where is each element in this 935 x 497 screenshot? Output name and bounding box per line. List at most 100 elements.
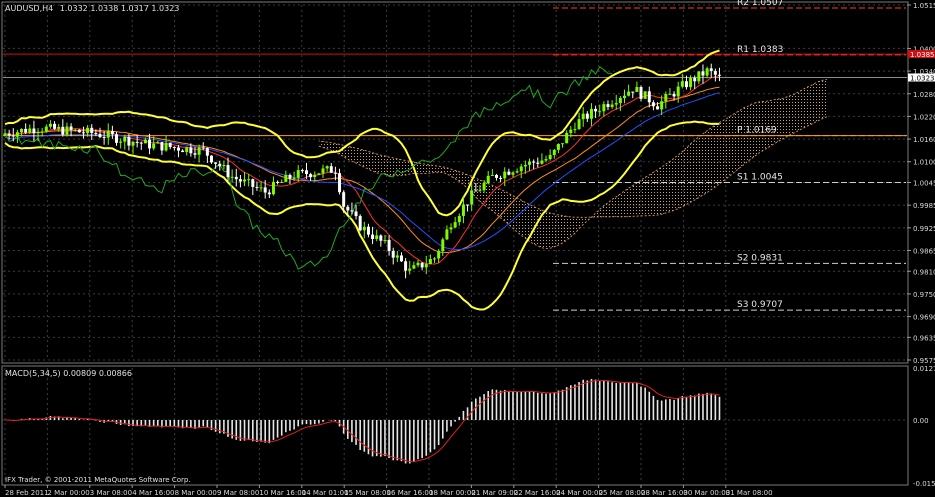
candle-body (329, 166, 333, 173)
candle-body (53, 123, 57, 129)
candle-body (408, 268, 412, 271)
candle-body (366, 226, 370, 235)
candle-body (461, 204, 465, 216)
candle-body (300, 170, 304, 172)
candle-body (705, 68, 709, 76)
candle-body (197, 147, 201, 155)
candle-body (40, 131, 44, 133)
candle-body (660, 101, 664, 110)
candle-body (536, 162, 540, 164)
candle-body (623, 95, 626, 99)
candle-body (309, 174, 313, 178)
candle-body (143, 139, 147, 144)
price-tick-label: 0.9925 (913, 225, 935, 233)
chart-title: AUDUSD,H4 1.0332 1.0338 1.0317 1.0323 (5, 4, 179, 13)
candle-body (371, 234, 375, 239)
candle-body (296, 170, 300, 178)
candle-body (172, 146, 176, 148)
candle-body (57, 126, 61, 129)
candle-body (528, 161, 532, 165)
candle-body (251, 179, 255, 187)
macd-tick-label: 0.00 (913, 417, 929, 425)
grid (3, 4, 907, 483)
candle-body (618, 98, 622, 104)
candle-body (135, 141, 139, 143)
time-tick-label: 10 Mar 16:00 (259, 489, 306, 497)
candle-body (276, 181, 280, 183)
candle-body (288, 174, 292, 179)
candle-body (214, 162, 218, 164)
candle-body (548, 154, 552, 160)
price-tick-label: 0.9690 (913, 314, 935, 322)
candle-body (131, 141, 135, 146)
candle-body (717, 74, 721, 76)
candle-body (424, 264, 428, 268)
candle-body (470, 190, 474, 205)
ichimoku-cloud (318, 78, 828, 250)
candle-body (110, 131, 114, 135)
candle-body (635, 87, 639, 92)
time-tick-label: 21 Mar 09:00 (471, 489, 518, 497)
time-tick-label: 4 Mar 16:00 (132, 489, 174, 497)
candle-body (399, 255, 403, 262)
candle-body (181, 150, 185, 153)
candle-body (540, 160, 544, 164)
candle-body (304, 170, 308, 175)
price-chart[interactable]: R2 1.0507 R1 1.0383 P 1.0169 S1 1.0045 S2 0.… (0, 0, 935, 497)
candle-body (552, 149, 556, 155)
candle-body (280, 181, 284, 183)
macd-histogram (3, 379, 907, 464)
candle-body (321, 168, 325, 174)
time-tick-label: 14 Mar 01:00 (302, 489, 349, 497)
candle-body (577, 119, 581, 130)
candle-body (317, 173, 321, 175)
candle-body (598, 111, 602, 113)
candle-body (416, 262, 420, 266)
candle-body (69, 126, 73, 130)
candle-body (156, 142, 160, 144)
candle-body (15, 132, 19, 137)
candle-body (255, 186, 259, 188)
candle-body (11, 135, 15, 137)
candle-body (594, 108, 598, 112)
candle-body (453, 222, 457, 228)
candle-body (94, 133, 98, 135)
pivot-label-s3: S3 0.9707 (737, 300, 783, 310)
candle-body (507, 171, 511, 175)
indicators (4, 49, 720, 311)
candle-body (503, 171, 507, 179)
candle-body (205, 148, 209, 156)
candle-body (36, 131, 40, 134)
candle-body (106, 131, 110, 138)
candle-body (614, 103, 618, 105)
candle-body (333, 172, 337, 174)
candle-body (664, 94, 668, 102)
price-tick-label: 0.9575 (913, 357, 935, 365)
price-tick-label: 1.0160 (913, 136, 935, 144)
time-tick-label: 22 Mar 16:00 (514, 489, 561, 497)
candle-body (639, 87, 643, 99)
candle-body (325, 166, 329, 169)
candle-body (585, 113, 589, 119)
candles[interactable] (3, 63, 721, 279)
candle-body (358, 216, 362, 231)
candle-body (77, 129, 81, 133)
candle-body (643, 91, 647, 99)
candle-body (201, 147, 205, 149)
macd-title: MACD(5,34,5) 0.00809 0.00866 (5, 369, 132, 378)
candle-body (119, 141, 123, 143)
footer-copyright: IFX Trader, © 2001-2011 MetaQuotes Softw… (5, 476, 191, 484)
candle-body (544, 159, 548, 161)
candle-body (218, 163, 222, 167)
candle-body (404, 261, 408, 271)
candle-body (168, 142, 172, 147)
price-tick-label: 1.0045 (913, 180, 935, 188)
candle-body (160, 142, 164, 151)
time-axis: 28 Feb 20112 Mar 00:00 3 Mar 08:00 4 Mar 1… (4, 485, 773, 497)
candle-body (689, 78, 693, 88)
candle-body (561, 143, 565, 145)
candle-body (589, 108, 593, 119)
kijun-sen (4, 92, 720, 251)
candle-body (701, 71, 705, 76)
candle-body (222, 164, 226, 167)
